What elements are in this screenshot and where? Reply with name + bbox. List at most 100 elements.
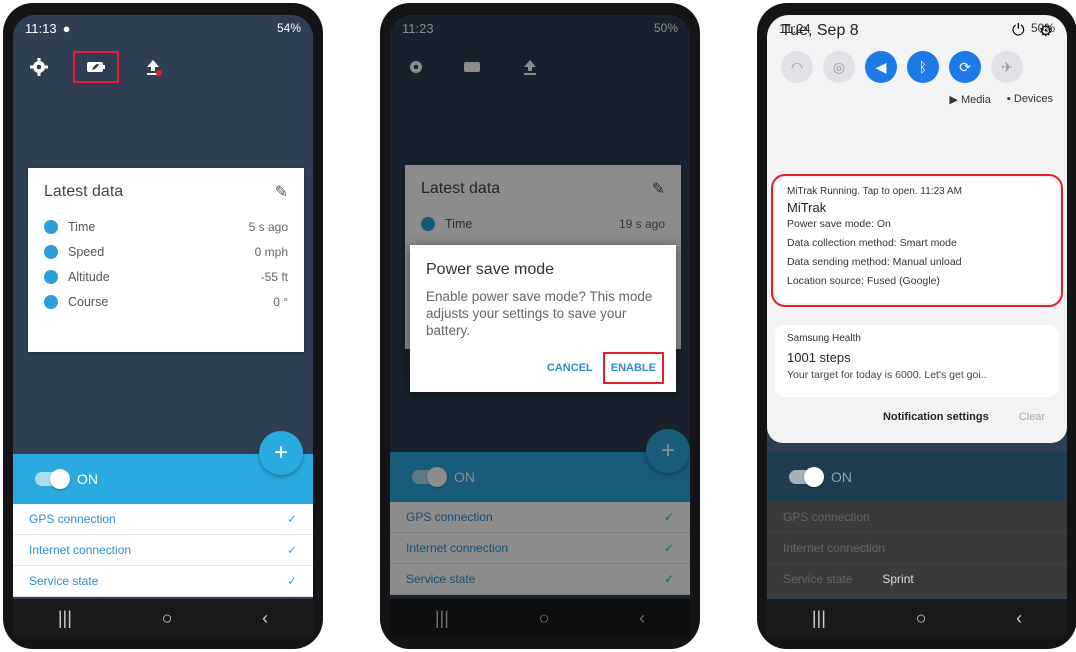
notification-line: Data collection method: Smart mode: [787, 237, 957, 249]
row-label: GPS connection: [783, 510, 870, 524]
wifi-icon[interactable]: ◠: [781, 51, 813, 83]
back-button[interactable]: ‹: [1016, 608, 1022, 629]
dialog-title: Power save mode: [426, 261, 555, 278]
status-bar: 11:24 50%: [767, 15, 1067, 41]
mitrak-notification[interactable]: MiTrak Running. Tap to open. 11:23 AM Mi…: [771, 174, 1063, 307]
row-label: Time: [68, 219, 96, 234]
internet-connection-row: Internet connection: [767, 533, 1067, 564]
service-state-row: Service state ✓: [13, 566, 313, 597]
data-row-course: Course 0 °: [44, 289, 288, 314]
service-toggle[interactable]: [35, 469, 70, 489]
phone-3: ON GPS connection Internet connection Se…: [757, 3, 1076, 649]
quick-settings: ◠ ◎ ◀ ᛒ ⟳ ✈: [767, 51, 1067, 83]
check-icon: ✓: [286, 512, 297, 526]
home-button[interactable]: ○: [916, 608, 927, 629]
upload-icon[interactable]: [141, 55, 165, 79]
hotspot-icon[interactable]: ◎: [823, 51, 855, 83]
airplane-icon[interactable]: ✈: [991, 51, 1023, 83]
nav-bar: ||| ○ ‹: [767, 599, 1067, 637]
recents-button[interactable]: |||: [812, 608, 826, 629]
phone-2: 11:23 50% Latest data ✎ Time 19 s ago ON …: [380, 3, 700, 649]
service-state-row: Service state Sprint: [767, 564, 1067, 595]
clock-icon: [44, 219, 58, 234]
cancel-button[interactable]: CANCEL: [543, 356, 597, 380]
row-value: 5 s ago: [248, 219, 288, 234]
dialog-body: Enable power save mode? This mode adjust…: [426, 289, 653, 338]
location-icon: ●: [62, 20, 71, 36]
row-value: 0 °: [273, 294, 288, 309]
clear-button[interactable]: Clear: [1019, 411, 1045, 423]
row-label: Internet connection: [783, 541, 886, 555]
connection-list: GPS connection ✓ Internet connection ✓ Ser…: [13, 504, 313, 597]
notification-time: 11:23 AM: [920, 186, 962, 197]
media-button[interactable]: ▶ Media: [949, 93, 990, 106]
back-button[interactable]: ‹: [262, 608, 268, 629]
toggle-label: ON: [831, 469, 852, 485]
status-time: 11:24: [779, 20, 811, 36]
notification-shade: 11:24 50% Tue, Sep 8 ⏻ ⚙ ◠ ◎ ◀ ᛒ ⟳ ✈ ▶ M…: [767, 15, 1067, 443]
service-toggle-band: ON: [767, 452, 1067, 502]
row-label: Altitude: [68, 269, 110, 284]
latest-data-card: Latest data ✎ Time 5 s ago Speed 0 mph Alt…: [28, 168, 304, 352]
notification-line: Location source: Fused (Google): [787, 275, 940, 287]
battery-level: 50%: [1030, 21, 1055, 35]
home-button[interactable]: ○: [162, 608, 173, 629]
devices-button[interactable]: ▪ Devices: [1007, 93, 1053, 106]
status-bar: 11:13 ● 54%: [13, 15, 313, 41]
notification-line: Data sending method: Manual unload: [787, 256, 962, 268]
enable-button[interactable]: ENABLE: [602, 351, 665, 384]
row-label: Service state: [783, 572, 853, 586]
row-label: Internet connection: [29, 543, 132, 557]
app-name: Samsung Health: [787, 333, 861, 344]
status-time: 11:13: [25, 20, 57, 36]
nav-bar: ||| ○ ‹: [13, 599, 313, 637]
row-value: -55 ft: [260, 269, 288, 284]
mountain-icon: [44, 269, 58, 284]
compass-icon: [44, 294, 58, 309]
row-label: GPS connection: [29, 512, 116, 526]
gps-connection-row: GPS connection: [767, 502, 1067, 533]
check-icon: ✓: [286, 543, 297, 557]
devices-label: Devices: [1013, 93, 1053, 105]
connection-list: GPS connection Internet connection Servi…: [767, 502, 1067, 595]
card-title: Latest data: [44, 183, 124, 200]
battery-level: 54%: [276, 21, 301, 35]
media-label: Media: [960, 94, 991, 106]
edit-pencil-icon[interactable]: ✎: [275, 182, 288, 202]
phone-3-screen: ON GPS connection Internet connection Se…: [767, 15, 1067, 637]
phone-1: 11:13 ● 54% Latest data ✎ Time 5 s ago Sp…: [3, 3, 323, 649]
gps-connection-row: GPS connection ✓: [13, 504, 313, 535]
add-fab-button[interactable]: +: [259, 431, 303, 475]
recents-button[interactable]: |||: [58, 608, 72, 629]
service-toggle[interactable]: [789, 467, 824, 487]
notification-line: Power save mode: On: [787, 218, 891, 230]
phone-1-screen: 11:13 ● 54% Latest data ✎ Time 5 s ago Sp…: [13, 15, 313, 637]
internet-connection-row: Internet connection ✓: [13, 535, 313, 566]
notification-settings-button[interactable]: Notification settings: [883, 411, 989, 423]
row-label: Course: [68, 294, 109, 309]
phone-2-screen: 11:23 50% Latest data ✎ Time 19 s ago ON …: [390, 15, 690, 637]
toggle-label: ON: [77, 471, 98, 487]
settings-gear-icon[interactable]: [27, 55, 51, 79]
sound-icon[interactable]: ◀: [865, 51, 897, 83]
row-value: 0 mph: [254, 244, 288, 259]
data-row-time: Time 5 s ago: [44, 214, 288, 239]
toolbar: [27, 51, 165, 83]
notification-title: 1001 steps: [787, 350, 851, 365]
samsung-health-notification[interactable]: Samsung Health 1001 steps Your target fo…: [775, 325, 1059, 397]
power-save-toggle-icon[interactable]: [73, 51, 119, 83]
notification-title: MiTrak: [787, 200, 827, 215]
data-row-speed: Speed 0 mph: [44, 239, 288, 264]
notification-meta: Running. Tap to open.: [819, 186, 918, 197]
power-save-dialog: Power save mode Enable power save mode? …: [410, 245, 676, 392]
check-icon: ✓: [286, 574, 297, 588]
notification-body: Your target for today is 6000. Let's get…: [787, 369, 987, 381]
speedometer-icon: [44, 244, 58, 259]
row-label: Speed: [68, 244, 105, 259]
carrier-label: Sprint: [882, 572, 914, 586]
app-name: MiTrak: [787, 186, 818, 197]
data-row-altitude: Altitude -55 ft: [44, 264, 288, 289]
auto-rotate-icon[interactable]: ⟳: [949, 51, 981, 83]
bluetooth-icon[interactable]: ᛒ: [907, 51, 939, 83]
row-label: Service state: [29, 574, 99, 588]
